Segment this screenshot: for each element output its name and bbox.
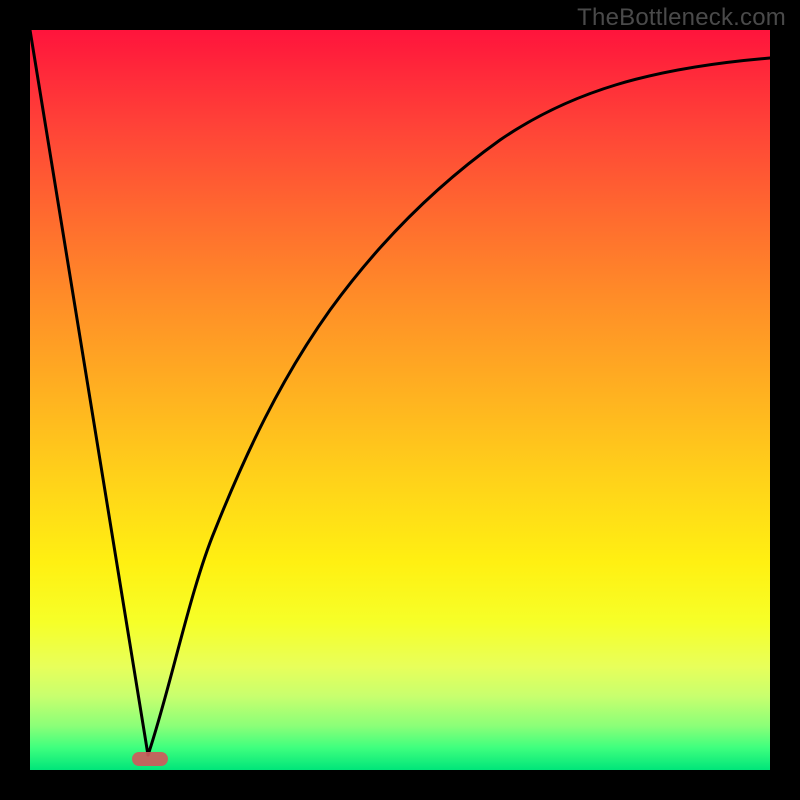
curve-descent [30,30,148,755]
bottleneck-curve [30,30,770,770]
curve-ascent [148,58,770,755]
chart-frame: TheBottleneck.com [0,0,800,800]
watermark-text: TheBottleneck.com [577,4,786,32]
plot-area [30,30,770,770]
optimal-marker [132,752,168,766]
